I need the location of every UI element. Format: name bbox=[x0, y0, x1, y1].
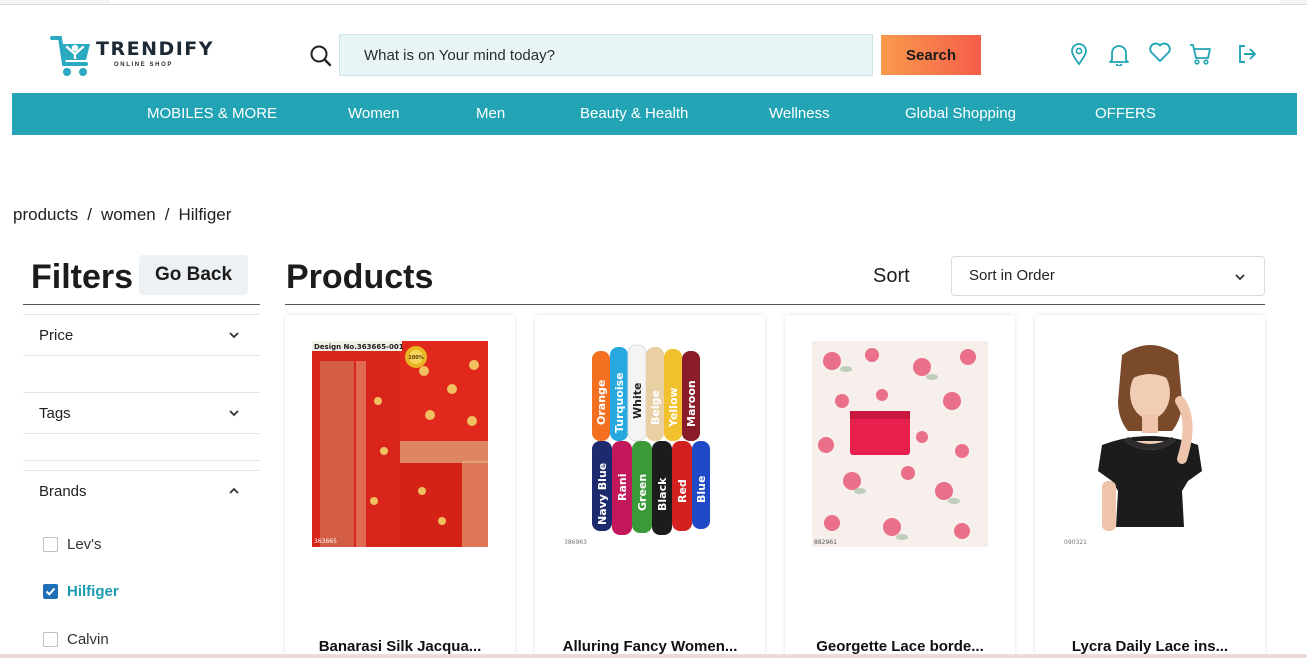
svg-text:090321: 090321 bbox=[1064, 539, 1087, 546]
product-card[interactable]: Orange Turquoise White Beige Yellow Maro… bbox=[535, 315, 765, 658]
heart-icon[interactable] bbox=[1147, 38, 1173, 66]
search-input[interactable] bbox=[339, 34, 873, 76]
chevron-down-icon bbox=[229, 332, 239, 339]
chevron-down-icon bbox=[229, 410, 239, 417]
svg-text:Yellow: Yellow bbox=[667, 387, 680, 428]
svg-text:363665: 363665 bbox=[314, 538, 337, 545]
location-icon[interactable] bbox=[1066, 40, 1092, 68]
brand-checkbox[interactable] bbox=[43, 584, 58, 599]
sort-select[interactable]: Sort in Order bbox=[951, 256, 1265, 296]
svg-text:Rani: Rani bbox=[616, 474, 629, 502]
page-bottom-edge bbox=[0, 654, 1307, 658]
brand-tagline: ONLINE SHOP bbox=[114, 62, 173, 68]
filter-tags[interactable]: Tags bbox=[23, 392, 260, 434]
nav-item-women[interactable]: Women bbox=[348, 93, 399, 135]
nav-item-mobiles[interactable]: MOBILES & MORE bbox=[147, 93, 277, 135]
brand-checkbox[interactable] bbox=[43, 632, 58, 647]
chevron-down-icon bbox=[1235, 274, 1245, 281]
cart-icon[interactable] bbox=[1187, 40, 1213, 68]
breadcrumb: products / women / Hilfiger bbox=[13, 205, 231, 225]
brand-logo[interactable]: TRENDIFY ONLINE SHOP bbox=[50, 34, 213, 80]
cart-logo-icon bbox=[50, 36, 90, 76]
brand-name: TRENDIFY bbox=[96, 38, 215, 60]
brand-option-hilfiger[interactable]: Hilfiger bbox=[43, 583, 119, 600]
svg-text:Turquoise: Turquoise bbox=[613, 372, 626, 433]
product-name[interactable]: Banarasi Silk Jacqua... bbox=[285, 638, 515, 655]
svg-text:882961: 882961 bbox=[814, 539, 837, 546]
nav-item-men[interactable]: Men bbox=[476, 93, 505, 135]
product-card[interactable]: 100% Design No.363665-001 363665 Banaras… bbox=[285, 315, 515, 658]
breadcrumb-products[interactable]: products bbox=[13, 205, 78, 225]
filters-divider bbox=[23, 304, 260, 305]
product-card[interactable]: 090321 Lycra Daily Lace ins... bbox=[1035, 315, 1265, 658]
browser-top-edge bbox=[0, 0, 1307, 5]
brand-option-calvin[interactable]: Calvin bbox=[43, 631, 109, 648]
nav-item-beauty-health[interactable]: Beauty & Health bbox=[580, 93, 688, 135]
svg-text:Blue: Blue bbox=[695, 476, 708, 503]
filter-tags-label: Tags bbox=[39, 405, 71, 422]
filters-title: Filters bbox=[31, 258, 134, 296]
breadcrumb-separator: / bbox=[87, 205, 92, 224]
go-back-button[interactable]: Go Back bbox=[139, 255, 248, 295]
svg-text:Black: Black bbox=[656, 477, 669, 511]
breadcrumb-hilfiger: Hilfiger bbox=[178, 205, 232, 224]
products-divider bbox=[285, 304, 1265, 305]
svg-text:Design No.363665-001: Design No.363665-001 bbox=[314, 343, 404, 351]
svg-text:Beige: Beige bbox=[649, 390, 662, 425]
breadcrumb-separator: / bbox=[164, 205, 170, 224]
product-image[interactable]: 882961 bbox=[812, 341, 988, 547]
product-card[interactable]: 882961 Georgette Lace borde... bbox=[785, 315, 1015, 658]
product-image[interactable]: 090321 bbox=[1062, 341, 1238, 547]
product-image[interactable]: 100% Design No.363665-001 363665 bbox=[312, 341, 488, 547]
search-button[interactable]: Search bbox=[881, 35, 981, 75]
chevron-up-icon bbox=[229, 487, 239, 494]
search-icon[interactable] bbox=[308, 43, 334, 69]
svg-text:White: White bbox=[631, 383, 644, 419]
brand-label: Lev's bbox=[67, 536, 102, 553]
filter-brands-label: Brands bbox=[39, 483, 87, 500]
svg-text:Navy Blue: Navy Blue bbox=[596, 463, 609, 525]
nav-item-offers[interactable]: OFFERS bbox=[1095, 93, 1156, 135]
svg-text:Orange: Orange bbox=[595, 380, 608, 425]
product-image[interactable]: Orange Turquoise White Beige Yellow Maro… bbox=[562, 341, 738, 547]
breadcrumb-women[interactable]: women bbox=[101, 205, 156, 225]
brand-checkbox[interactable] bbox=[43, 537, 58, 552]
svg-text:386963: 386963 bbox=[564, 539, 587, 546]
filter-brands[interactable]: Brands bbox=[23, 470, 260, 512]
check-icon bbox=[45, 587, 56, 596]
svg-text:Green: Green bbox=[636, 474, 649, 511]
svg-text:100%: 100% bbox=[408, 355, 423, 361]
category-nav: MOBILES & MORE Women Men Beauty & Health… bbox=[12, 93, 1297, 135]
brand-option-levs[interactable]: Lev's bbox=[43, 536, 102, 553]
sort-selected-value: Sort in Order bbox=[969, 267, 1055, 284]
product-name[interactable]: Lycra Daily Lace ins... bbox=[1035, 638, 1265, 655]
nav-item-wellness[interactable]: Wellness bbox=[769, 93, 830, 135]
svg-text:Maroon: Maroon bbox=[685, 380, 698, 427]
login-icon[interactable] bbox=[1234, 40, 1260, 68]
filter-price-label: Price bbox=[39, 327, 74, 344]
svg-text:Red: Red bbox=[676, 479, 689, 503]
nav-item-global-shopping[interactable]: Global Shopping bbox=[905, 93, 1016, 135]
products-title: Products bbox=[286, 258, 434, 296]
sort-label: Sort bbox=[873, 265, 910, 287]
brand-label: Hilfiger bbox=[67, 583, 119, 600]
filter-price[interactable]: Price bbox=[23, 314, 260, 356]
product-name[interactable]: Georgette Lace borde... bbox=[785, 638, 1015, 655]
product-name[interactable]: Alluring Fancy Women... bbox=[535, 638, 765, 655]
bell-icon[interactable] bbox=[1106, 40, 1132, 68]
brand-label: Calvin bbox=[67, 631, 109, 648]
